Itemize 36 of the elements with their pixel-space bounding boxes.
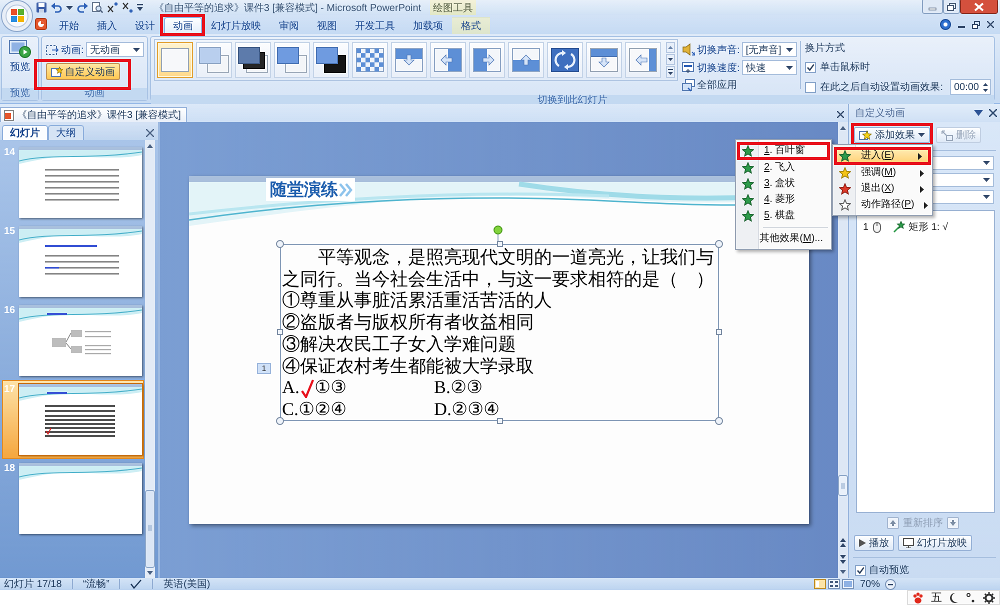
theme-name: “流畅” — [82, 578, 110, 591]
slide-number: 17 — [4, 384, 16, 395]
field-label: 切换速度: — [697, 62, 740, 74]
section-title: 换片方式 — [805, 42, 846, 55]
window-title: 《自由平等的追求》课件3 [兼容模式] - Microsoft PowerPoint — [152, 2, 422, 14]
statement: ②盗版者与版权所有者收益相同 — [282, 312, 535, 334]
option-text: ②③④ — [452, 398, 500, 421]
statement: ①尊重从事脏活累活重活苦活的人 — [282, 290, 553, 312]
animation-order-tag: 1 — [257, 363, 271, 374]
option-text: ①③ — [314, 377, 346, 399]
group-label: 预览 — [2, 88, 38, 100]
reorder-label: 重新排序 — [903, 516, 943, 530]
slide-number: 18 — [4, 463, 16, 474]
checkbox-label: 单击鼠标时 — [820, 60, 870, 74]
option-text: ①②④ — [298, 398, 347, 421]
question-text: 平等观念，是照亮现代文明的一道亮光，让我们与之同行。当今社会生活中，与这一要求相符的是（ ） — [282, 247, 715, 290]
statement: ③解决农民工子女入学难问题 — [282, 334, 517, 356]
option-label: D. — [434, 398, 452, 421]
field-label: 动画: — [61, 44, 84, 56]
option-label: A. — [282, 377, 300, 399]
contextual-tab-header: 绘图工具 — [430, 0, 476, 15]
slide-number: 14 — [4, 147, 16, 158]
option-label: B. — [434, 377, 451, 399]
checkbox-label: 在此之后自动设置动画效果: — [820, 80, 943, 94]
option-label: C. — [282, 398, 299, 421]
option-text: ②③ — [450, 377, 483, 399]
pane-title: 自定义动画 — [855, 106, 906, 120]
slide-counter: 幻灯片 17/18 — [4, 578, 62, 591]
slide-number: 16 — [4, 305, 16, 316]
field-label: 切换声音: — [697, 44, 740, 56]
slide-number: 15 — [4, 226, 16, 237]
statement: ④保证农村考生都能被大学录取 — [282, 356, 535, 378]
checkbox-label: 自动预览 — [869, 564, 909, 577]
slide-title: 随堂演练 — [270, 179, 338, 201]
animation-order: 1 — [863, 222, 869, 232]
language-indicator: 英语(美国) — [163, 578, 210, 591]
